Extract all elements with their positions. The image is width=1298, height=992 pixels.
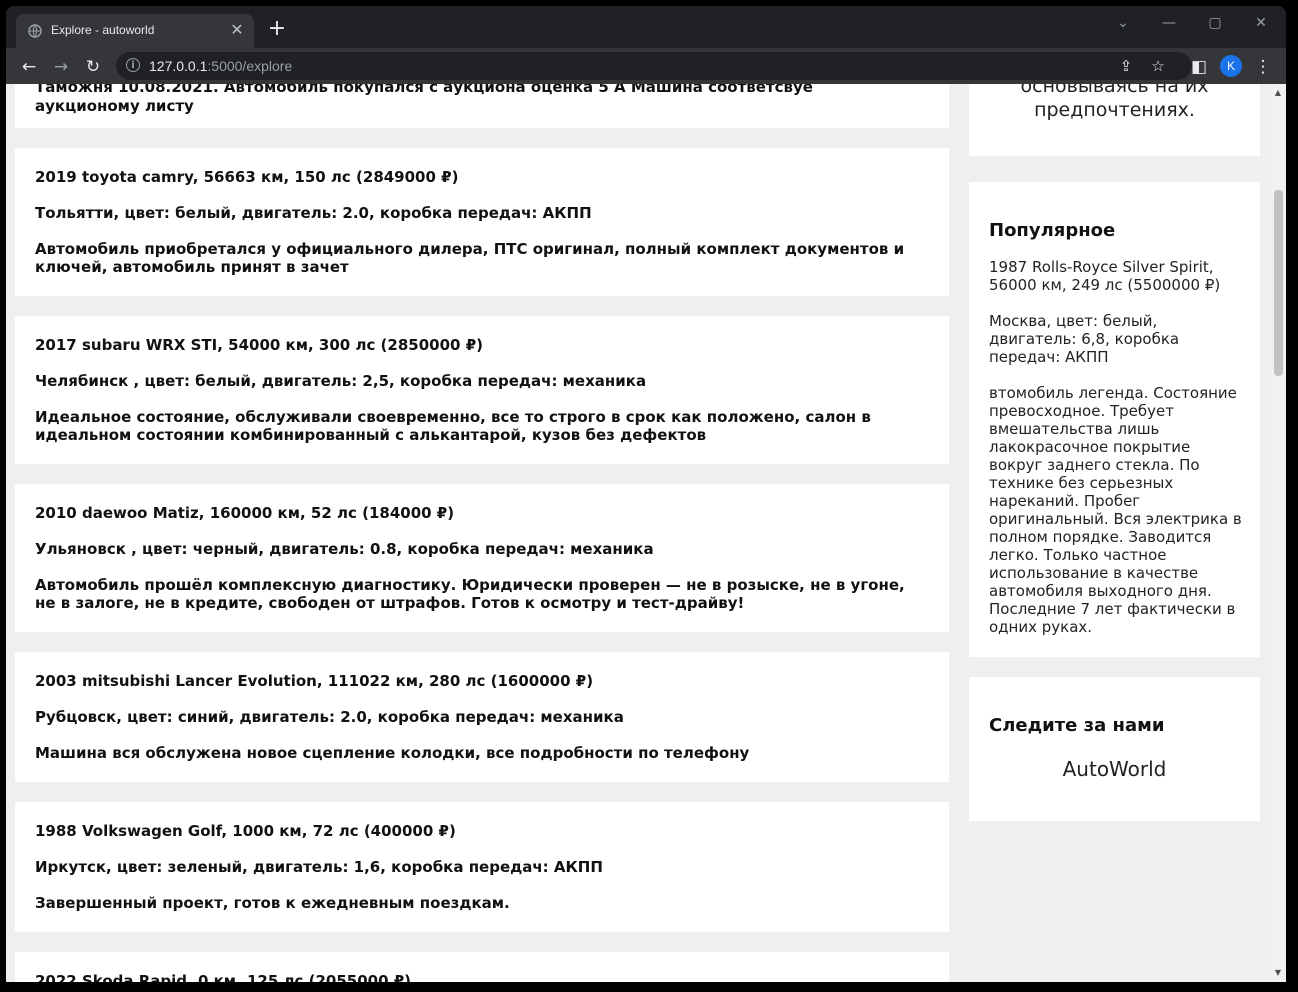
browser-window: Explore - autoworld ✕ + ⌄ — ▢ ✕ ← → ↻ i …	[6, 6, 1286, 982]
maximize-icon[interactable]: ▢	[1204, 12, 1226, 34]
listing-title: 2019 toyota camry, 56663 км, 150 лс (284…	[35, 168, 459, 186]
tab-search-icon[interactable]: ⌄	[1112, 12, 1134, 34]
listing-card[interactable]: 2017 subaru WRX STI, 54000 км, 300 лс (2…	[15, 316, 949, 464]
listing-card-partial: Таможня 10.08.2021. Автомобиль покупался…	[15, 84, 949, 128]
listing-title: 2017 subaru WRX STI, 54000 км, 300 лс (2…	[35, 336, 483, 354]
scroll-down-icon[interactable]: ▼	[1270, 966, 1286, 980]
popular-widget: Популярное 1987 Rolls-Royce Silver Spiri…	[969, 182, 1260, 657]
minimize-icon[interactable]: —	[1158, 12, 1180, 34]
globe-icon	[28, 24, 42, 38]
widget-text: предпочтениях.	[1034, 99, 1195, 121]
listing-description: Завершенный проект, готов к ежедневным п…	[35, 894, 510, 912]
site-info-icon[interactable]: i	[126, 58, 140, 72]
listing-card[interactable]: 2003 mitsubishi Lancer Evolution, 111022…	[15, 652, 949, 782]
page-scrollbar[interactable]: ▲ ▼	[1270, 84, 1286, 982]
tab-title: Explore - autoworld	[51, 23, 155, 37]
listing-title: 1988 Volkswagen Golf, 1000 км, 72 лс (40…	[35, 822, 456, 840]
toolbar: ← → ↻ i 127.0.0.1:5000/explore ⇪ ☆ ◧ K ⋮	[6, 48, 1286, 84]
listing-details: Тольятти, цвет: белый, двигатель: 2.0, к…	[35, 204, 592, 222]
address-bar[interactable]: i 127.0.0.1:5000/explore ⇪ ☆	[116, 52, 1192, 80]
follow-widget: Следите за нами AutoWorld	[969, 677, 1260, 821]
forward-arrow-icon[interactable]: →	[50, 56, 72, 78]
listing-description: Машина вся обслужена новое сцепление кол…	[35, 744, 750, 762]
popular-listing-title[interactable]: 1987 Rolls-Royce Silver Spirit, 56000 км…	[989, 258, 1244, 294]
autoworld-link[interactable]: AutoWorld	[969, 757, 1260, 781]
close-window-icon[interactable]: ✕	[1250, 12, 1272, 34]
scroll-thumb[interactable]	[1274, 190, 1283, 376]
listing-title: 2010 daewoo Matiz, 160000 км, 52 лс (184…	[35, 504, 455, 522]
bookmark-star-icon[interactable]: ☆	[1148, 56, 1168, 76]
scroll-up-icon[interactable]: ▲	[1270, 86, 1286, 100]
tab-strip: Explore - autoworld ✕ + ⌄ — ▢ ✕	[6, 6, 1286, 48]
listing-description: Таможня 10.08.2021. Автомобиль покупался…	[35, 84, 813, 96]
listing-description: Идеальное состояние, обслуживали своевре…	[35, 408, 871, 444]
close-tab-icon[interactable]: ✕	[228, 21, 246, 39]
recommendation-widget: основываясь на их предпочтениях.	[969, 84, 1260, 156]
listing-card[interactable]: 2022 Skoda Rapid, 0 км, 125 лс (2055000 …	[15, 952, 949, 982]
listing-details: Челябинск , цвет: белый, двигатель: 2,5,…	[35, 372, 647, 390]
listing-description: Автомобиль приобретался у официального д…	[35, 240, 905, 276]
page-viewport: Таможня 10.08.2021. Автомобиль покупался…	[6, 84, 1286, 982]
listing-title: 2022 Skoda Rapid, 0 км, 125 лс (2055000 …	[35, 972, 412, 982]
side-panel-icon[interactable]: ◧	[1188, 56, 1210, 78]
avatar[interactable]: K	[1220, 55, 1242, 77]
reload-icon[interactable]: ↻	[82, 56, 104, 78]
popular-listing-description: втомобиль легенда. Состояние превосходно…	[989, 384, 1242, 636]
listing-details: Рубцовск, цвет: синий, двигатель: 2.0, к…	[35, 708, 624, 726]
new-tab-icon[interactable]: +	[266, 18, 288, 41]
listing-description: аукционому листу	[35, 97, 194, 115]
listing-card[interactable]: 2010 daewoo Matiz, 160000 км, 52 лс (184…	[15, 484, 949, 632]
listing-card[interactable]: 2019 toyota camry, 56663 км, 150 лс (284…	[15, 148, 949, 296]
listing-details: Ульяновск , цвет: черный, двигатель: 0.8…	[35, 540, 654, 558]
back-arrow-icon[interactable]: ←	[18, 56, 40, 78]
menu-kebab-icon[interactable]: ⋮	[1252, 56, 1274, 78]
url-text[interactable]: 127.0.0.1:5000/explore	[149, 58, 292, 74]
share-icon[interactable]: ⇪	[1116, 56, 1136, 76]
listing-card[interactable]: 1988 Volkswagen Golf, 1000 км, 72 лс (40…	[15, 802, 949, 932]
listing-description: Автомобиль прошёл комплексную диагностик…	[35, 576, 905, 612]
listing-title: 2003 mitsubishi Lancer Evolution, 111022…	[35, 672, 594, 690]
listing-details: Иркутск, цвет: зеленый, двигатель: 1,6, …	[35, 858, 603, 876]
popular-heading: Популярное	[989, 220, 1116, 241]
popular-listing-details: Москва, цвет: белый, двигатель: 6,8, кор…	[989, 312, 1180, 366]
widget-text: основываясь на их	[1020, 84, 1209, 97]
tab-explore[interactable]: Explore - autoworld ✕	[16, 14, 254, 48]
follow-heading: Следите за нами	[989, 715, 1165, 736]
